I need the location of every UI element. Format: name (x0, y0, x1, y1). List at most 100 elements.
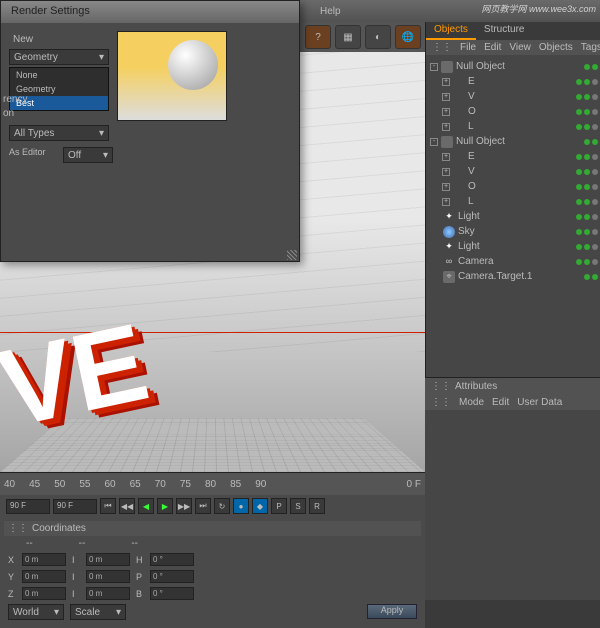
menu-edit[interactable]: Edit (484, 42, 501, 53)
geometry-dropdown[interactable]: Geometry▾ (9, 49, 109, 65)
globe-icon[interactable]: 🌐 (395, 25, 421, 49)
play-button[interactable]: ▶ (157, 498, 173, 514)
tree-label: O (468, 181, 476, 192)
menu-item[interactable]: Help (320, 6, 341, 17)
size-input[interactable] (86, 587, 130, 600)
key-s-button[interactable]: S (290, 498, 306, 514)
tree-row[interactable]: +O (428, 179, 598, 194)
tree-row[interactable]: ✦Light (428, 239, 598, 254)
tree-row[interactable]: +V (428, 164, 598, 179)
grip-icon[interactable]: ⋮⋮ (431, 397, 451, 408)
rot-H-input[interactable] (150, 553, 194, 566)
next-key-button[interactable]: ▶▶ (176, 498, 192, 514)
menu-objects[interactable]: Objects (539, 42, 573, 53)
grip-icon[interactable]: ⋮⋮ (8, 523, 28, 534)
expand-icon[interactable]: + (442, 168, 450, 176)
tree-label: Light (458, 241, 480, 252)
tab-structure[interactable]: Structure (476, 22, 533, 40)
help-icon[interactable]: ? (305, 25, 331, 49)
tick: 40 (4, 479, 15, 490)
tab-objects[interactable]: Objects (426, 22, 476, 40)
menu-tags[interactable]: Tags (581, 42, 600, 53)
coord-row: YIP (4, 568, 421, 585)
size-input[interactable] (86, 570, 130, 583)
panel-title: Render Settings (1, 1, 299, 23)
tick: 60 (105, 479, 116, 490)
tree-row[interactable]: -Null Object (428, 134, 598, 149)
expand-icon[interactable]: + (442, 108, 450, 116)
expand-icon[interactable]: + (442, 123, 450, 131)
tree-row[interactable]: +L (428, 194, 598, 209)
loop-button[interactable]: ↻ (214, 498, 230, 514)
tree-row[interactable]: +V (428, 89, 598, 104)
grip-icon[interactable]: ⋮⋮ (432, 42, 452, 53)
frame-current-input[interactable]: 90 F (53, 499, 97, 514)
menu-mode[interactable]: Mode (459, 397, 484, 408)
key-r-button[interactable]: R (309, 498, 325, 514)
expand-icon[interactable]: - (430, 138, 438, 146)
tree-row[interactable]: Sky (428, 224, 598, 239)
grid-icon[interactable]: ▦ (335, 25, 361, 49)
frame-start-input[interactable]: 90 F (6, 499, 50, 514)
record-button[interactable]: ● (233, 498, 249, 514)
tree-row[interactable]: +L (428, 119, 598, 134)
goto-end-button[interactable]: ⏭ (195, 498, 211, 514)
menu-userdata[interactable]: User Data (517, 397, 562, 408)
expand-icon[interactable]: + (442, 93, 450, 101)
sphere-icon[interactable]: ◐ (365, 25, 391, 49)
grip-icon[interactable]: ⋮⋮ (431, 381, 451, 392)
tree-label: Sky (458, 226, 475, 237)
label-aseditor: As Editor (9, 147, 57, 165)
tree-row[interactable]: +O (428, 104, 598, 119)
play-back-button[interactable]: ◀ (138, 498, 154, 514)
scale-dropdown[interactable]: Scale▾ (70, 604, 126, 620)
rot-B-input[interactable] (150, 587, 194, 600)
expand-icon[interactable]: + (442, 78, 450, 86)
object-tree: -Null Object+E+V+O+L-Null Object+E+V+O+L… (426, 55, 600, 288)
timeline-ruler[interactable]: 40455055606570758085900 F (0, 473, 425, 495)
tick: 45 (29, 479, 40, 490)
coord-row: ZIB (4, 585, 421, 602)
rot-P-input[interactable] (150, 570, 194, 583)
expand-icon[interactable]: + (442, 183, 450, 191)
alltypes-dropdown[interactable]: All Types▾ (9, 125, 109, 141)
render-preview-thumbnail (117, 31, 227, 121)
menu-view[interactable]: View (509, 42, 531, 53)
tree-label: E (468, 151, 475, 162)
render-settings-panel: Render Settings New Geometry▾ None Geome… (0, 0, 300, 262)
label-new: New (9, 31, 109, 47)
autokey-button[interactable]: ◆ (252, 498, 268, 514)
menu-edit[interactable]: Edit (492, 397, 509, 408)
coordinates-panel: ⋮⋮Coordinates -- -- -- XIHYIPZIB World▾ … (0, 517, 425, 628)
coords-title: Coordinates (32, 523, 86, 534)
expand-icon[interactable]: - (430, 63, 438, 71)
off-dropdown[interactable]: Off▾ (63, 147, 113, 163)
tick: 90 (255, 479, 266, 490)
coord-Y-input[interactable] (22, 570, 66, 583)
coord-X-input[interactable] (22, 553, 66, 566)
e-icon (453, 151, 465, 163)
world-dropdown[interactable]: World▾ (8, 604, 64, 620)
resize-handle[interactable] (287, 250, 297, 260)
expand-icon[interactable]: + (442, 153, 450, 161)
tree-row[interactable]: ⌖Camera.Target.1 (428, 269, 598, 284)
tree-row[interactable]: +E (428, 74, 598, 89)
option-none[interactable]: None (10, 68, 108, 82)
tree-row[interactable]: -Null Object (428, 59, 598, 74)
tick: 50 (54, 479, 65, 490)
size-input[interactable] (86, 553, 130, 566)
tree-row[interactable]: +E (428, 149, 598, 164)
tree-row[interactable]: ✦Light (428, 209, 598, 224)
goto-start-button[interactable]: ⏮ (100, 498, 116, 514)
key-p-button[interactable]: P (271, 498, 287, 514)
coord-Z-input[interactable] (22, 587, 66, 600)
tree-row[interactable]: ∞Camera (428, 254, 598, 269)
tree-label: O (468, 106, 476, 117)
apply-button[interactable]: Apply (367, 604, 417, 619)
objects-menu: ⋮⋮ File Edit View Objects Tags (426, 40, 600, 55)
prev-key-button[interactable]: ◀◀ (119, 498, 135, 514)
tick: 75 (180, 479, 191, 490)
end-frame: 0 F (407, 479, 421, 490)
menu-file[interactable]: File (460, 42, 476, 53)
expand-icon[interactable]: + (442, 198, 450, 206)
